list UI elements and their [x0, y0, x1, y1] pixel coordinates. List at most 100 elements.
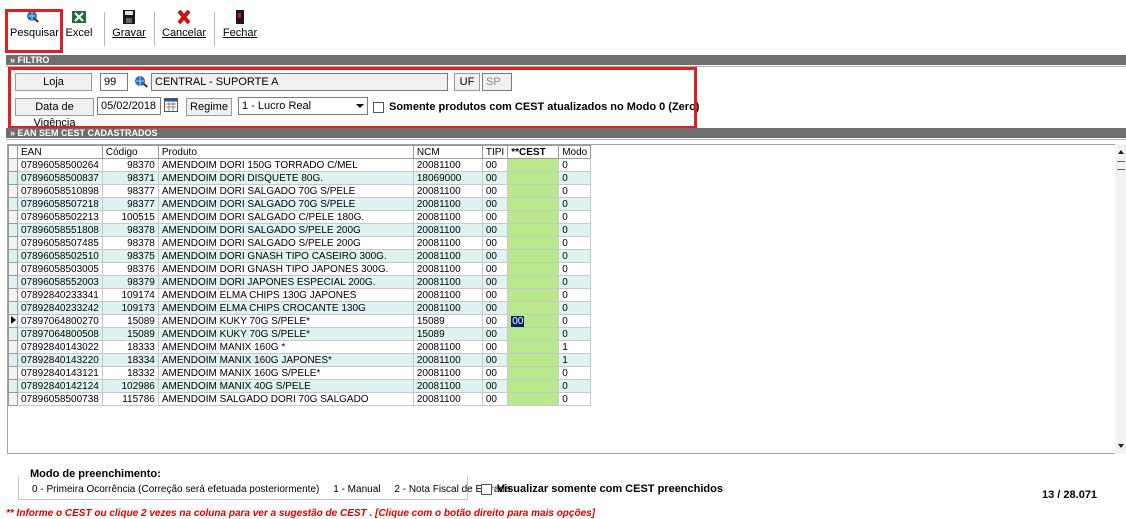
cell-cest[interactable]: 00	[507, 314, 560, 328]
legend-text: 0 - Primeira Ocorrência (Correção será e…	[32, 484, 511, 495]
cell-cest[interactable]	[507, 210, 560, 224]
col-header-ncm[interactable]: NCM	[412, 145, 483, 159]
col-header-modo[interactable]: Modo	[558, 145, 592, 159]
table-row[interactable]: 07896058507485 98378 AMENDOIM DORI SALGADO…	[8, 236, 592, 250]
excel-button[interactable]: Excel	[62, 10, 96, 50]
cell-codigo: 115786	[101, 392, 159, 406]
row-indicator[interactable]	[8, 197, 18, 211]
col-header-codigo[interactable]: Código	[101, 145, 159, 159]
cell-cest[interactable]	[507, 366, 560, 380]
cell-ean: 07896058502510	[17, 249, 103, 263]
table-row[interactable]: 07892840143121 18332 AMENDOIM MANIX 160G S…	[8, 366, 592, 380]
table-row[interactable]: 07897064800508 15089 AMENDOIM KUKY 70G S/P…	[8, 327, 592, 341]
row-indicator[interactable]	[8, 262, 18, 276]
cell-ean: 07892840143220	[17, 353, 103, 367]
cell-ean: 07896058500837	[17, 171, 103, 185]
table-row[interactable]: 07897064800270 15089 AMENDOIM KUKY 70G S/P…	[8, 314, 592, 328]
cell-cest[interactable]	[507, 262, 560, 276]
cell-modo: 0	[558, 327, 592, 341]
row-indicator[interactable]	[8, 327, 18, 341]
row-indicator[interactable]	[8, 314, 18, 328]
cell-cest[interactable]	[507, 236, 560, 250]
cell-codigo: 18332	[101, 366, 159, 380]
row-indicator[interactable]	[8, 340, 18, 354]
cell-tipi: 00	[481, 353, 509, 367]
row-indicator[interactable]	[8, 171, 18, 185]
row-indicator[interactable]	[8, 158, 18, 172]
cell-produto: AMENDOIM DORI JAPONES ESPECIAL 200G.	[157, 275, 414, 289]
table-row[interactable]: 07896058502213 100515 AMENDOIM DORI SALGAD…	[8, 210, 592, 224]
col-header-produto[interactable]: Produto	[157, 145, 414, 159]
row-indicator[interactable]	[8, 223, 18, 237]
table-row[interactable]: 07896058507218 98377 AMENDOIM DORI SALGADO…	[8, 197, 592, 211]
row-indicator[interactable]	[8, 379, 18, 393]
table-row[interactable]: 07892840233242 109173 AMENDOIM ELMA CHIPS …	[8, 301, 592, 315]
visualizar-cest-checkbox[interactable]	[481, 484, 492, 495]
col-header-ean[interactable]: EAN	[17, 145, 103, 159]
cell-codigo: 18334	[101, 353, 159, 367]
cell-cest[interactable]	[507, 288, 560, 302]
cell-codigo: 15089	[101, 327, 159, 341]
row-indicator[interactable]	[8, 184, 18, 198]
cell-cest[interactable]	[507, 353, 560, 367]
cell-tipi: 00	[481, 314, 509, 328]
table-row[interactable]: 07896058500738 115786 AMENDOIM SALGADO DOR…	[8, 392, 592, 406]
cell-ean: 07896058510898	[17, 184, 103, 198]
cell-cest[interactable]	[507, 340, 560, 354]
cell-cest[interactable]	[507, 171, 560, 185]
cell-tipi: 00	[481, 288, 509, 302]
row-indicator[interactable]	[8, 236, 18, 250]
scroll-down-icon[interactable]	[1118, 444, 1124, 448]
cell-cest[interactable]	[507, 249, 560, 263]
vertical-scrollbar[interactable]	[1115, 144, 1126, 454]
table-row[interactable]: 07892840233341 109174 AMENDOIM ELMA CHIPS …	[8, 288, 592, 302]
toolbar-separator	[104, 12, 105, 46]
cell-produto: AMENDOIM MANIX 160G *	[157, 340, 414, 354]
cell-cest[interactable]	[507, 301, 560, 315]
table-row[interactable]: 07892840142124 102986 AMENDOIM MANIX 40G S…	[8, 379, 592, 393]
row-indicator[interactable]	[8, 288, 18, 302]
products-grid[interactable]: EAN Código Produto NCM TIPI **CEST Modo …	[7, 144, 1116, 454]
row-indicator[interactable]	[8, 301, 18, 315]
row-indicator[interactable]	[8, 353, 18, 367]
cell-cest[interactable]	[507, 275, 560, 289]
cell-codigo: 98377	[101, 197, 159, 211]
row-indicator[interactable]	[8, 366, 18, 380]
cell-cest[interactable]	[507, 327, 560, 341]
cell-cest[interactable]	[507, 223, 560, 237]
cest-edit-cursor[interactable]: 00	[511, 315, 525, 327]
cell-modo: 0	[558, 223, 592, 237]
cell-produto: AMENDOIM ELMA CHIPS 130G JAPONES	[157, 288, 414, 302]
row-indicator[interactable]	[8, 210, 18, 224]
table-row[interactable]: 07896058503005 98376 AMENDOIM DORI GNASH T…	[8, 262, 592, 276]
table-row[interactable]: 07896058500837 98371 AMENDOIM DORI DISQUET…	[8, 171, 592, 185]
cell-cest[interactable]	[507, 197, 560, 211]
table-row[interactable]: 07892840143022 18333 AMENDOIM MANIX 160G *…	[8, 340, 592, 354]
col-header-cest[interactable]: **CEST	[507, 145, 560, 159]
close-button[interactable]: Fechar	[222, 10, 258, 50]
table-row[interactable]: 07896058552003 98379 AMENDOIM DORI JAPONES…	[8, 275, 592, 289]
visualizar-cest-label: Visualizar somente com CEST preenchidos	[497, 483, 723, 495]
cell-ean: 07892840142124	[17, 379, 103, 393]
row-indicator[interactable]	[8, 275, 18, 289]
instruction-note: ** Informe o CEST ou clique 2 vezes na c…	[6, 508, 596, 519]
scroll-thumb[interactable]	[1117, 161, 1125, 170]
row-indicator[interactable]	[8, 392, 18, 406]
table-row[interactable]: 07896058551808 98378 AMENDOIM DORI SALGADO…	[8, 223, 592, 237]
col-header-tipi[interactable]: TIPI	[481, 145, 509, 159]
cell-ean: 07892840143022	[17, 340, 103, 354]
cell-cest[interactable]	[507, 158, 560, 172]
table-row[interactable]: 07896058500264 98370 AMENDOIM DORI 150G TO…	[8, 158, 592, 172]
cell-cest[interactable]	[507, 379, 560, 393]
row-indicator[interactable]	[8, 249, 18, 263]
cancel-button[interactable]: Cancelar	[162, 10, 206, 50]
cell-modo: 0	[558, 210, 592, 224]
table-row[interactable]: 07892840143220 18334 AMENDOIM MANIX 160G J…	[8, 353, 592, 367]
cell-cest[interactable]	[507, 184, 560, 198]
table-row[interactable]: 07896058502510 98375 AMENDOIM DORI GNASH T…	[8, 249, 592, 263]
scroll-up-icon[interactable]	[1118, 150, 1124, 154]
cell-cest[interactable]	[507, 392, 560, 406]
save-button[interactable]: Gravar	[112, 10, 146, 50]
cell-ean: 07896058500264	[17, 158, 103, 172]
table-row[interactable]: 07896058510898 98377 AMENDOIM DORI SALGADO…	[8, 184, 592, 198]
